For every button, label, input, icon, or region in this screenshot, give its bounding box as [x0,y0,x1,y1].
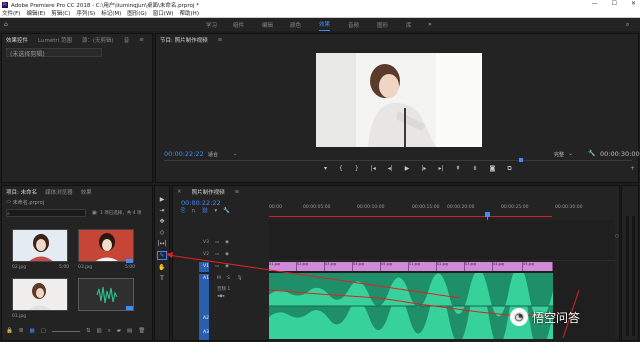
watermark-text: 悟空问答 [532,310,581,325]
watermark-logo-icon: ◔ [510,308,528,326]
watermark: ◔ 悟空问答 [510,308,580,326]
annotation-arrow [166,252,461,299]
